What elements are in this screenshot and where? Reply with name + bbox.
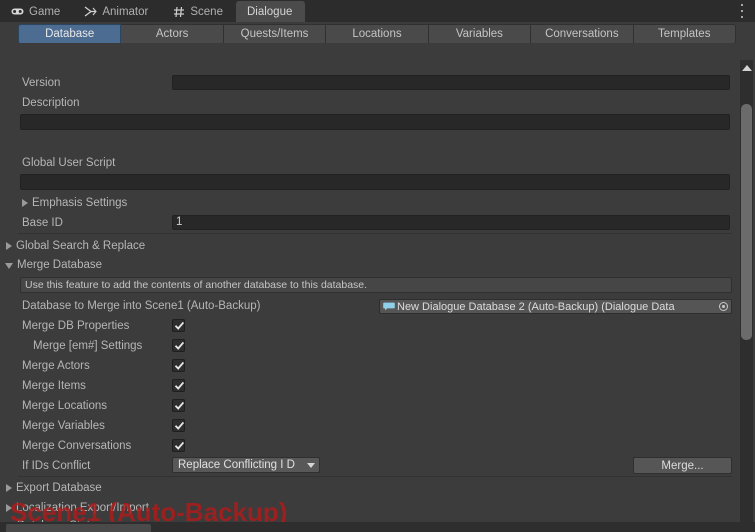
window-tab-animator[interactable]: Animator: [73, 1, 161, 22]
base-id-label: Base ID: [22, 217, 63, 229]
divider: [18, 233, 732, 234]
conflict-row: If IDs Conflict Replace Conflicting I D …: [0, 456, 738, 476]
tab-quests-items[interactable]: Quests/Items: [223, 24, 327, 44]
gamepad-icon: [11, 5, 24, 18]
merge-variables-checkbox[interactable]: [172, 419, 185, 432]
foldout-localization-export-import[interactable]: Localization Export/Import: [6, 499, 149, 517]
merge-conversations-label: Merge Conversations: [22, 440, 132, 452]
tab-label: Variables: [455, 28, 503, 40]
merge-source-object-field[interactable]: New Dialogue Database 2 (Auto-Backup) (D…: [379, 299, 732, 314]
tab-conversations[interactable]: Conversations: [531, 24, 634, 44]
tab-label: Quests/Items: [240, 28, 309, 40]
merge-option-row: Merge DB Properties: [0, 316, 738, 336]
merge-target-label: Database to Merge into Scene1 (Auto-Back…: [22, 300, 261, 312]
tab-templates[interactable]: Templates: [633, 24, 736, 44]
object-picker-icon[interactable]: [717, 300, 730, 313]
merge-locations-label: Merge Locations: [22, 400, 108, 412]
tab-database[interactable]: Database: [18, 24, 122, 44]
window-tab-game[interactable]: Game: [0, 1, 73, 22]
object-field-value: New Dialogue Database 2 (Auto-Backup) (D…: [397, 300, 675, 313]
merge-option-row: Merge Conversations: [0, 436, 738, 456]
global-user-script-label: Global User Script: [22, 157, 116, 169]
window-tab-label: Animator: [102, 5, 149, 18]
window-tab-label: Dialogue: [246, 5, 293, 18]
animator-icon: [84, 5, 98, 18]
window-tab-label: Scene: [190, 5, 223, 18]
merge-button[interactable]: Merge...: [633, 457, 732, 474]
merge-items-checkbox[interactable]: [172, 379, 185, 392]
vertical-scrollbar[interactable]: [738, 44, 755, 532]
if-ids-conflict-label: If IDs Conflict: [22, 460, 91, 472]
tab-label: Database: [45, 28, 95, 40]
scrollbar-thumb[interactable]: [741, 104, 752, 340]
grid-icon: [172, 5, 185, 18]
foldout-merge-database[interactable]: Merge Database: [5, 256, 102, 274]
tab-actors[interactable]: Actors: [121, 24, 224, 44]
merge-actors-checkbox[interactable]: [172, 359, 185, 372]
base-id-input[interactable]: 1: [172, 215, 730, 230]
merge-option-row: Merge Items: [0, 376, 738, 396]
chevron-right-icon: [6, 504, 12, 512]
description-input[interactable]: [20, 114, 730, 130]
tab-label: Actors: [155, 28, 189, 40]
chevron-down-icon: [5, 263, 13, 269]
dialogue-editor-panel: Database Actors Quests/Items Locations V…: [0, 22, 755, 532]
bottom-tab-stub[interactable]: [6, 524, 151, 532]
database-tab-bar: Database Actors Quests/Items Locations V…: [18, 24, 736, 44]
tab-label: Templates: [658, 28, 711, 40]
foldout-emphasis-settings[interactable]: Emphasis Settings: [22, 194, 127, 212]
window-tab-strip: Game Animator Scene Dialogue: [0, 0, 755, 22]
foldout-global-search-replace[interactable]: Global Search & Replace: [6, 237, 145, 255]
chevron-right-icon: [22, 199, 28, 207]
merge-items-label: Merge Items: [22, 380, 86, 392]
foldout-export-database[interactable]: Export Database: [6, 479, 102, 497]
field-row-version: Version: [0, 73, 738, 93]
chevron-right-icon: [6, 242, 12, 250]
version-input[interactable]: [172, 75, 730, 90]
merge-option-row: Merge [em#] Settings: [0, 336, 738, 356]
scroll-up-arrow-icon[interactable]: [740, 61, 753, 75]
foldout-label: Emphasis Settings: [32, 197, 128, 209]
merge-db-properties-checkbox[interactable]: [172, 319, 185, 332]
window-tab-dialogue[interactable]: Dialogue: [235, 1, 306, 22]
merge-conversations-checkbox[interactable]: [172, 439, 185, 452]
merge-help-box: Use this feature to add the contents of …: [20, 277, 732, 293]
tab-variables[interactable]: Variables: [428, 24, 532, 44]
merge-variables-label: Merge Variables: [22, 420, 105, 432]
field-row-base-id: Base ID 1: [0, 213, 738, 233]
tab-label: Locations: [352, 28, 402, 40]
global-user-script-input[interactable]: [20, 174, 730, 190]
merge-em-settings-label: Merge [em#] Settings: [33, 340, 143, 352]
chevron-right-icon: [6, 484, 12, 492]
dialogue-asset-icon: [382, 301, 395, 312]
merge-option-row: Merge Locations: [0, 396, 738, 416]
unity-editor-window: Game Animator Scene Dialogue Database Ac…: [0, 0, 755, 532]
merge-locations-checkbox[interactable]: [172, 399, 185, 412]
merge-em-settings-checkbox[interactable]: [172, 339, 185, 352]
dropdown-value: Replace Conflicting I D: [178, 459, 295, 471]
foldout-label: Merge Database: [17, 259, 103, 271]
database-inspector-content: Version Description Global User Script E…: [0, 43, 738, 532]
foldout-label: Export Database: [16, 482, 102, 494]
tab-locations[interactable]: Locations: [326, 24, 429, 44]
foldout-label: Global Search & Replace: [16, 240, 146, 252]
divider: [18, 476, 732, 477]
if-ids-conflict-dropdown[interactable]: Replace Conflicting I D: [172, 457, 320, 473]
kebab-menu-icon[interactable]: [736, 4, 748, 18]
foldout-label: Localization Export/Import: [16, 502, 149, 514]
version-label: Version: [22, 77, 61, 89]
merge-db-properties-label: Merge DB Properties: [22, 320, 130, 332]
chevron-down-icon: [307, 462, 315, 468]
merge-option-row: Merge Variables: [0, 416, 738, 436]
tab-label: Conversations: [545, 28, 619, 40]
window-tab-label: Game: [29, 5, 61, 18]
description-label: Description: [22, 97, 80, 109]
window-tab-scene[interactable]: Scene: [161, 1, 236, 22]
merge-option-row: Merge Actors: [0, 356, 738, 376]
merge-actors-label: Merge Actors: [22, 360, 90, 372]
